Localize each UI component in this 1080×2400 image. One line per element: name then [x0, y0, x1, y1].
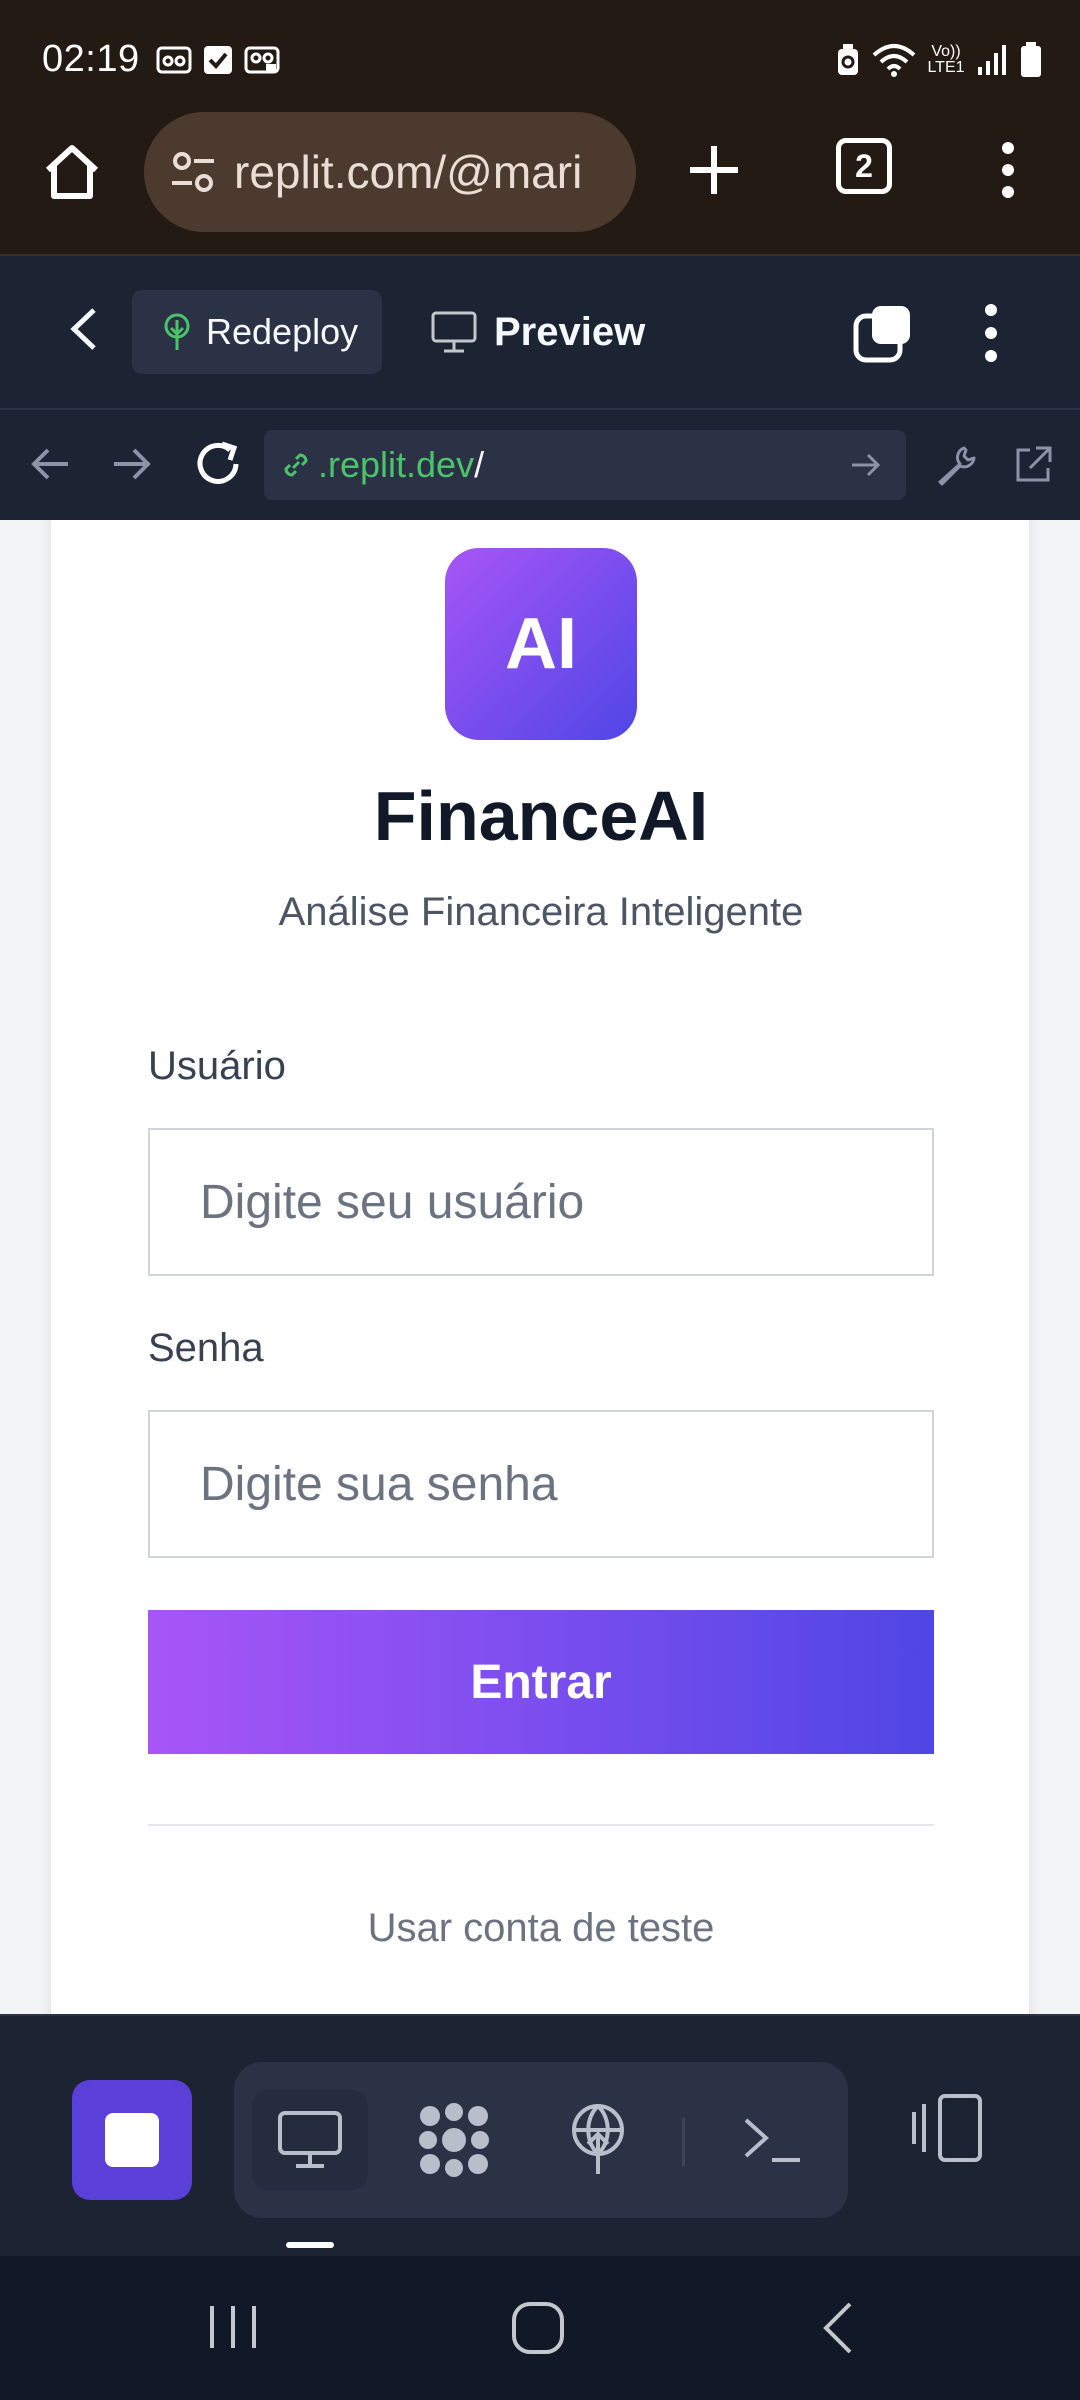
password-label: Senha — [148, 1326, 264, 1370]
active-tool-indicator — [286, 2242, 334, 2248]
site-settings-icon[interactable] — [168, 147, 218, 197]
deploy-icon — [572, 2104, 624, 2174]
layout-panels-icon[interactable] — [908, 2088, 988, 2168]
webview-url-host: .replit.dev — [318, 444, 475, 485]
panes-icon[interactable] — [852, 302, 914, 364]
use-test-account-link[interactable]: Usar conta de teste — [51, 1906, 1031, 1951]
webview-url-field[interactable]: .replit.dev / — [264, 430, 906, 500]
browser-toolbar: replit.com/@mari 2 — [0, 110, 1080, 256]
new-tab-icon[interactable] — [682, 138, 746, 202]
network-type-label: Vo)) LTE1 — [927, 43, 965, 76]
system-nav-bar — [0, 2256, 1080, 2400]
tool-preview[interactable] — [252, 2090, 368, 2190]
app-logo-text: AI — [505, 604, 577, 684]
replit-header: Redeploy Preview — [0, 256, 1080, 410]
webview-url-path: / — [474, 444, 485, 485]
redeploy-label: Redeploy — [206, 311, 359, 352]
voicemail-tape-icon — [156, 46, 192, 74]
reload-icon[interactable] — [192, 438, 244, 490]
app-title: FinanceAI — [373, 777, 709, 855]
shell-icon — [744, 2118, 800, 2162]
app-subtitle: Análise Financeira Inteligente — [278, 890, 804, 934]
wrench-icon[interactable] — [934, 442, 980, 488]
address-url: replit.com/@mari — [234, 146, 583, 198]
tool-separator — [682, 2118, 685, 2166]
preview-tab[interactable]: Preview — [430, 290, 645, 374]
status-time: 02:19 — [42, 38, 140, 80]
webview-forward-icon[interactable] — [110, 442, 154, 486]
agent-swirl-icon — [419, 2103, 489, 2177]
recents-icon[interactable] — [206, 2302, 260, 2352]
deploy-tree-icon — [164, 313, 190, 350]
webview-back-icon[interactable] — [28, 442, 72, 486]
replit-toolbar — [0, 2014, 1080, 2256]
webview-url-bar: .replit.dev / — [0, 410, 1080, 520]
preview-monitor-icon — [278, 2111, 342, 2168]
home-nav-icon[interactable] — [510, 2300, 566, 2356]
login-card: AI FinanceAI Análise Financeira Intelige… — [50, 520, 1030, 2014]
tool-deploy[interactable] — [540, 2090, 656, 2190]
tab-switcher-button[interactable]: 2 — [836, 138, 892, 194]
preview-label: Preview — [494, 309, 646, 354]
monitor-icon — [431, 311, 477, 353]
username-input[interactable] — [148, 1128, 934, 1276]
battery-icon — [1021, 42, 1041, 77]
preview-viewport: AI FinanceAI Análise Financeira Intelige… — [0, 520, 1080, 2014]
voicemail-icon — [244, 46, 280, 74]
system-icons: Vo)) LTE1 — [834, 42, 1042, 78]
status-bar: 02:19 Vo)) LTE1 — [0, 0, 1080, 110]
notification-icons — [156, 44, 280, 76]
username-label: Usuário — [148, 1044, 286, 1088]
tool-agent[interactable] — [396, 2090, 512, 2190]
app-logo: AI — [445, 548, 637, 740]
redeploy-button[interactable]: Redeploy — [132, 290, 382, 374]
go-arrow-icon[interactable] — [848, 447, 884, 483]
signal-icon — [978, 45, 1006, 75]
login-button[interactable]: Entrar — [148, 1610, 934, 1754]
open-external-icon[interactable] — [1010, 442, 1056, 488]
more-options-icon[interactable] — [976, 302, 1006, 364]
divider — [148, 1824, 934, 1826]
tool-shell[interactable] — [714, 2090, 830, 2190]
battery-saver-icon — [838, 44, 858, 75]
address-bar[interactable]: replit.com/@mari — [144, 112, 636, 232]
wifi-icon — [872, 44, 916, 77]
home-icon[interactable] — [40, 140, 104, 204]
browser-menu-icon[interactable] — [990, 138, 1026, 202]
stop-icon — [105, 2113, 159, 2167]
password-input[interactable] — [148, 1410, 934, 1558]
back-chevron-icon[interactable] — [60, 304, 110, 354]
stop-button[interactable] — [72, 2080, 192, 2200]
tool-group — [234, 2062, 848, 2218]
link-icon — [284, 453, 308, 477]
checkbox-icon — [204, 46, 232, 74]
back-nav-icon[interactable] — [818, 2300, 858, 2356]
